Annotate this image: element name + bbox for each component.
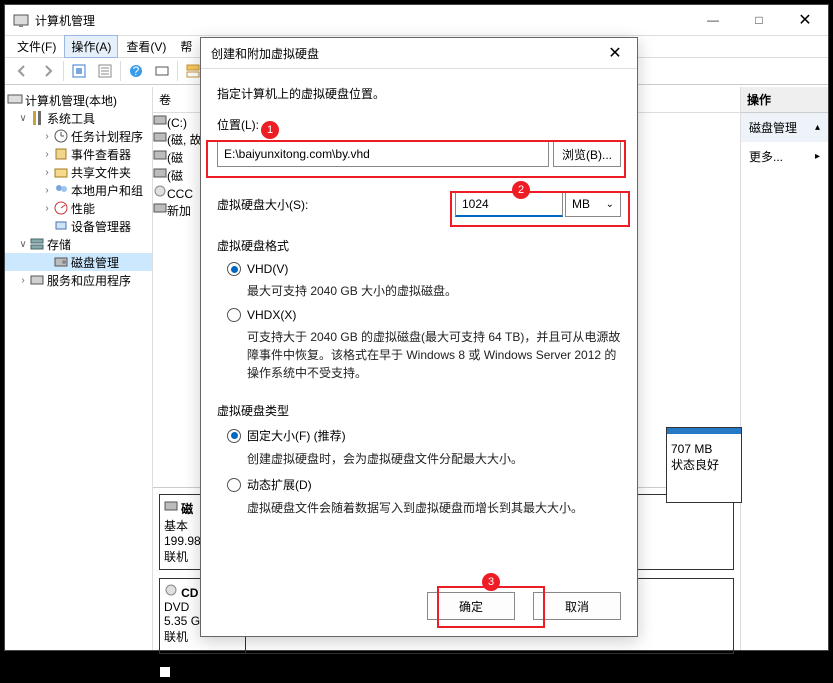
format-group-label: 虚拟硬盘格式 bbox=[217, 237, 621, 254]
close-button[interactable]: ✕ bbox=[782, 5, 828, 35]
storage-icon bbox=[29, 236, 45, 252]
menu-view[interactable]: 查看(V) bbox=[120, 36, 172, 57]
type-group-label: 虚拟硬盘类型 bbox=[217, 402, 621, 419]
menu-file[interactable]: 文件(F) bbox=[11, 36, 62, 57]
actions-diskmgmt[interactable]: 磁盘管理 ▴ bbox=[741, 113, 828, 142]
tree-root[interactable]: 计算机管理(本地) bbox=[5, 91, 152, 109]
legend-label: 未分 bbox=[181, 666, 205, 683]
disk-icon bbox=[53, 254, 69, 270]
main-window: 计算机管理 — □ ✕ 文件(F) 操作(A) 查看(V) 帮 ? 计算机 bbox=[4, 4, 829, 651]
toolbar-refresh[interactable] bbox=[151, 60, 173, 82]
window-title: 计算机管理 bbox=[35, 12, 95, 29]
minimize-button[interactable]: — bbox=[690, 5, 736, 35]
computer-icon bbox=[7, 92, 23, 108]
radio-icon bbox=[227, 262, 241, 276]
maximize-button[interactable]: □ bbox=[736, 5, 782, 35]
size-input[interactable] bbox=[455, 191, 563, 217]
tree-event-viewer[interactable]: › 事件查看器 bbox=[5, 145, 152, 163]
perf-icon bbox=[53, 200, 69, 216]
radio-dynamic[interactable]: 动态扩展(D) bbox=[227, 476, 621, 493]
toolbar-up[interactable] bbox=[68, 60, 90, 82]
tree-device-manager[interactable]: 设备管理器 bbox=[5, 217, 152, 235]
users-icon bbox=[53, 182, 69, 198]
vhd-desc: 最大可支持 2040 GB 大小的虚拟磁盘。 bbox=[247, 282, 621, 300]
tree-performance[interactable]: › 性能 bbox=[5, 199, 152, 217]
menu-help[interactable]: 帮 bbox=[174, 36, 198, 57]
vhdx-desc: 可支持大于 2040 GB 的虚拟磁盘(最大可支持 64 TB)，并且可从电源故… bbox=[247, 328, 621, 382]
tree-task-scheduler[interactable]: › 任务计划程序 bbox=[5, 127, 152, 145]
radio-icon bbox=[227, 429, 241, 443]
size-unit-select[interactable]: MB ⌄ bbox=[565, 191, 621, 217]
location-input[interactable] bbox=[217, 141, 549, 167]
dialog-close-button[interactable]: ✕ bbox=[593, 38, 637, 68]
tree-system-tools[interactable]: ∨ 系统工具 bbox=[5, 109, 152, 127]
tree-disk-management[interactable]: 磁盘管理 bbox=[5, 253, 152, 271]
menu-action[interactable]: 操作(A) bbox=[64, 35, 118, 58]
ok-button[interactable]: 确定 bbox=[427, 592, 515, 620]
size-label: 虚拟硬盘大小(S): bbox=[217, 196, 308, 213]
radio-vhdx[interactable]: VHDX(X) bbox=[227, 308, 621, 322]
actions-header: 操作 bbox=[741, 87, 828, 113]
share-icon bbox=[53, 164, 69, 180]
radio-vhd[interactable]: VHD(V) bbox=[227, 262, 621, 276]
radio-icon bbox=[227, 478, 241, 492]
chevron-right-icon: ▸ bbox=[815, 151, 820, 162]
app-icon bbox=[13, 12, 29, 28]
toolbar-help[interactable]: ? bbox=[125, 60, 147, 82]
titlebar: 计算机管理 — □ ✕ bbox=[5, 5, 828, 35]
browse-button[interactable]: 浏览(B)... bbox=[553, 141, 621, 167]
tree-services-apps[interactable]: › 服务和应用程序 bbox=[5, 271, 152, 289]
annotation-badge-1: 1 bbox=[261, 121, 279, 139]
dynamic-desc: 虚拟硬盘文件会随着数据写入到虚拟硬盘而增长到其最大大小。 bbox=[247, 499, 621, 517]
toolbar-forward[interactable] bbox=[37, 60, 59, 82]
legend: 未分 bbox=[159, 662, 734, 683]
device-icon bbox=[53, 218, 69, 234]
partition-fragment[interactable]: 707 MB 状态良好 bbox=[666, 427, 742, 503]
left-tree: 计算机管理(本地) ∨ 系统工具 › 任务计划程序 › 事件查看器 › 共享文件… bbox=[5, 87, 153, 650]
tools-icon bbox=[29, 110, 45, 126]
annotation-badge-3: 3 bbox=[482, 573, 500, 591]
dialog-instruction: 指定计算机上的虚拟硬盘位置。 bbox=[217, 85, 621, 102]
cancel-button[interactable]: 取消 bbox=[533, 592, 621, 620]
tree-storage[interactable]: ∨ 存储 bbox=[5, 235, 152, 253]
annotation-badge-2: 2 bbox=[512, 181, 530, 199]
dialog-titlebar: 创建和附加虚拟硬盘 ✕ bbox=[201, 38, 637, 68]
radio-fixed[interactable]: 固定大小(F) (推荐) bbox=[227, 427, 621, 444]
actions-more[interactable]: 更多... ▸ bbox=[741, 142, 828, 171]
toolbar-properties[interactable] bbox=[94, 60, 116, 82]
event-icon bbox=[53, 146, 69, 162]
clock-icon bbox=[53, 128, 69, 144]
collapse-icon: ▴ bbox=[815, 122, 820, 133]
legend-swatch bbox=[159, 666, 171, 678]
fixed-desc: 创建虚拟硬盘时，会为虚拟硬盘文件分配最大大小。 bbox=[247, 450, 621, 468]
toolbar-back[interactable] bbox=[11, 60, 33, 82]
dialog-title: 创建和附加虚拟硬盘 bbox=[211, 45, 319, 62]
svg-text:?: ? bbox=[133, 64, 140, 78]
window-controls: — □ ✕ bbox=[690, 5, 828, 35]
radio-icon bbox=[227, 308, 241, 322]
actions-pane: 操作 磁盘管理 ▴ 更多... ▸ bbox=[740, 87, 828, 650]
tree-shared-folders[interactable]: › 共享文件夹 bbox=[5, 163, 152, 181]
services-icon bbox=[29, 272, 45, 288]
chevron-down-icon: ⌄ bbox=[606, 199, 614, 210]
tree-local-users[interactable]: › 本地用户和组 bbox=[5, 181, 152, 199]
